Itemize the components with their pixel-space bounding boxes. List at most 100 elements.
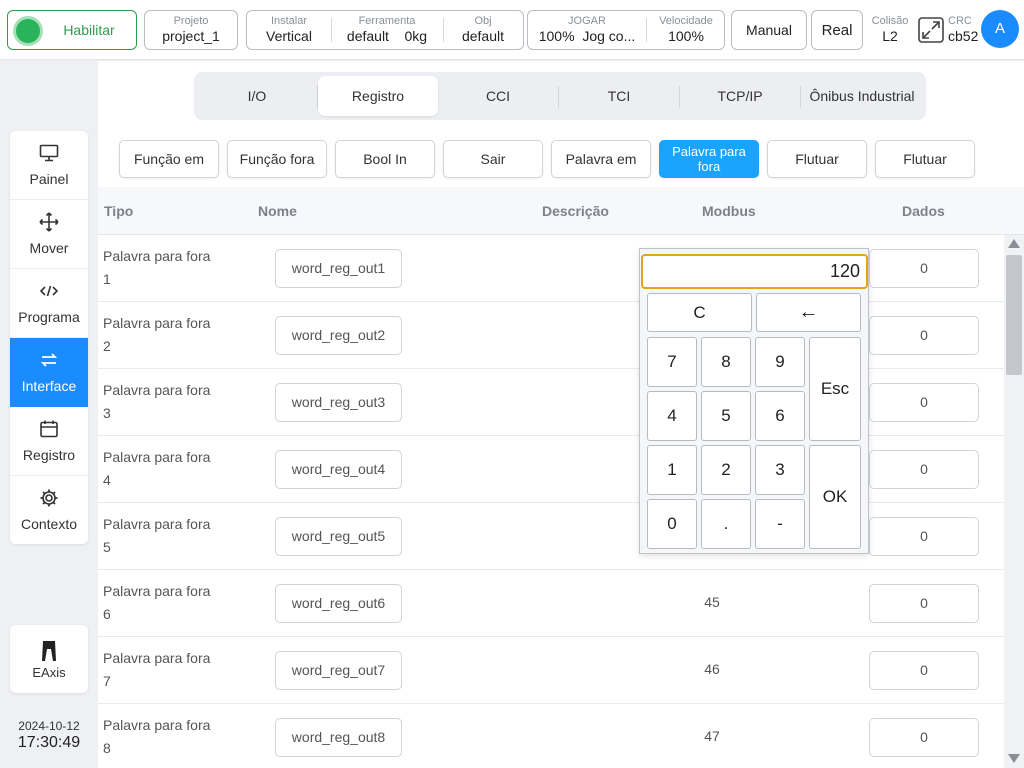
manual-label: Manual [746,22,792,38]
register-type-tabs: Função em Função fora Bool In Sair Palav… [119,140,979,178]
subtab-flutuar-in[interactable]: Flutuar [767,140,867,178]
row-name-field[interactable]: word_reg_out4 [275,450,402,489]
install-label: Instalar [270,15,308,27]
key-4[interactable]: 4 [647,391,697,441]
key-5[interactable]: 5 [701,391,751,441]
row-name-field[interactable]: word_reg_out2 [275,316,402,355]
nav-item-label: Programa [18,309,80,325]
install-cell[interactable]: Instalar Vertical [247,11,331,49]
enable-button[interactable]: Habilitar [7,10,137,50]
tool-cell[interactable]: Ferramenta default 0kg [333,11,441,49]
jog-cell[interactable]: JOGAR 100% Jog co... [528,11,646,49]
project-selector[interactable]: Projeto project_1 [144,10,238,50]
row-name-field[interactable]: word_reg_out3 [275,383,402,422]
key-minus[interactable]: - [755,499,805,549]
row-name-field[interactable]: word_reg_out1 [275,249,402,288]
jog-value: 100% [538,28,575,44]
install-tool-obj-group[interactable]: Instalar Vertical Ferramenta default 0kg… [246,10,524,50]
table-header: Tipo Nome Descrição Modbus Dados [98,187,1024,235]
real-button[interactable]: Real [811,10,863,50]
row-data-field[interactable]: 0 [869,249,979,288]
key-0[interactable]: 0 [647,499,697,549]
key-1[interactable]: 1 [647,445,697,495]
subtab-palavra-para-fora[interactable]: Palavra para fora [659,140,759,178]
obj-cell[interactable]: Obj default [443,11,523,49]
nav-item-label: Registro [22,447,76,463]
key-clear[interactable]: C [647,293,752,332]
collision-label: Colisão [871,15,909,27]
row-type: Palavra para fora [103,583,211,599]
nav-item-painel[interactable]: Painel [10,131,88,200]
crc-label: CRC [948,15,972,27]
manual-button[interactable]: Manual [731,10,807,50]
key-esc[interactable]: Esc [809,337,861,441]
key-6[interactable]: 6 [755,391,805,441]
speed-label: Velocidade [659,15,713,27]
nav-item-registro[interactable]: Registro [10,407,88,476]
tool-value: default [346,28,389,44]
monitor-icon [39,144,59,162]
subtab-sair[interactable]: Sair [443,140,543,178]
tab-cci[interactable]: CCI [438,76,558,116]
row-data-field[interactable]: 0 [869,584,979,623]
tab-registro[interactable]: Registro [318,76,438,116]
row-type: Palavra para fora [103,516,211,532]
nav-item-label: Interface [21,378,77,394]
calendar-icon [40,420,58,438]
key-3[interactable]: 3 [755,445,805,495]
eaxis-label: EAxis [32,665,66,680]
table-scrollbar[interactable] [1004,235,1024,768]
row-name-field[interactable]: word_reg_out7 [275,651,402,690]
subtab-flutuar-out[interactable]: Flutuar [875,140,975,178]
row-data-field[interactable]: 0 [869,383,979,422]
row-name-field[interactable]: word_reg_out5 [275,517,402,556]
collision-indicator[interactable]: Colisão L2 [868,15,912,44]
key-backspace[interactable]: ← [756,293,861,332]
move-icon [39,212,59,232]
key-8[interactable]: 8 [701,337,751,387]
scroll-up-icon[interactable] [1008,239,1020,248]
tab-io[interactable]: I/O [197,76,317,116]
key-2[interactable]: 2 [701,445,751,495]
tab-tci[interactable]: TCI [559,76,679,116]
row-data-field[interactable]: 0 [869,450,979,489]
keypad-display[interactable]: 120 [641,254,868,289]
subtab-palavra-em[interactable]: Palavra em [551,140,651,178]
speed-cell[interactable]: Velocidade 100% [647,11,725,49]
nav-item-contexto[interactable]: Contexto [10,476,88,544]
side-nav: Painel Mover Programa Interface Registro… [10,131,88,544]
fullscreen-icon[interactable] [917,16,945,44]
top-bar: Habilitar Projeto project_1 Instalar Ver… [0,0,1024,60]
row-data-field[interactable]: 0 [869,651,979,690]
nav-item-programa[interactable]: Programa [10,269,88,338]
jog-speed-group[interactable]: JOGAR 100% Jog co... Velocidade 100% [527,10,725,50]
nav-item-mover[interactable]: Mover [10,200,88,269]
nav-item-eaxis[interactable]: EAxis [10,625,88,693]
nav-item-label: Painel [29,171,69,187]
row-data-field[interactable]: 0 [869,517,979,556]
subtab-funcao-fora[interactable]: Função fora [227,140,327,178]
avatar[interactable]: A [981,10,1019,48]
gear-icon [40,489,58,507]
tab-tcpip[interactable]: TCP/IP [680,76,800,116]
key-9[interactable]: 9 [755,337,805,387]
row-data-field[interactable]: 0 [869,718,979,757]
tool-weight: 0kg [404,28,428,44]
row-name-field[interactable]: word_reg_out6 [275,584,402,623]
row-type: Palavra para fora [103,248,211,264]
scroll-thumb[interactable] [1006,255,1022,375]
row-data-field[interactable]: 0 [869,316,979,355]
obj-value: default [461,28,505,44]
key-ok[interactable]: OK [809,445,861,549]
key-7[interactable]: 7 [647,337,697,387]
subtab-funcao-em[interactable]: Função em [119,140,219,178]
subtab-bool-in[interactable]: Bool In [335,140,435,178]
key-dot[interactable]: . [701,499,751,549]
clock-date: 2024-10-12 [18,719,80,733]
tab-onibus-industrial[interactable]: Ônibus Industrial [801,76,923,116]
nav-item-interface[interactable]: Interface [10,338,88,407]
row-name-field[interactable]: word_reg_out8 [275,718,402,757]
clock-time: 17:30:49 [17,734,81,751]
scroll-down-icon[interactable] [1008,754,1020,763]
numeric-keypad: 120 C ← 7 8 9 Esc 4 5 6 1 2 3 OK 0 . - [639,248,869,554]
